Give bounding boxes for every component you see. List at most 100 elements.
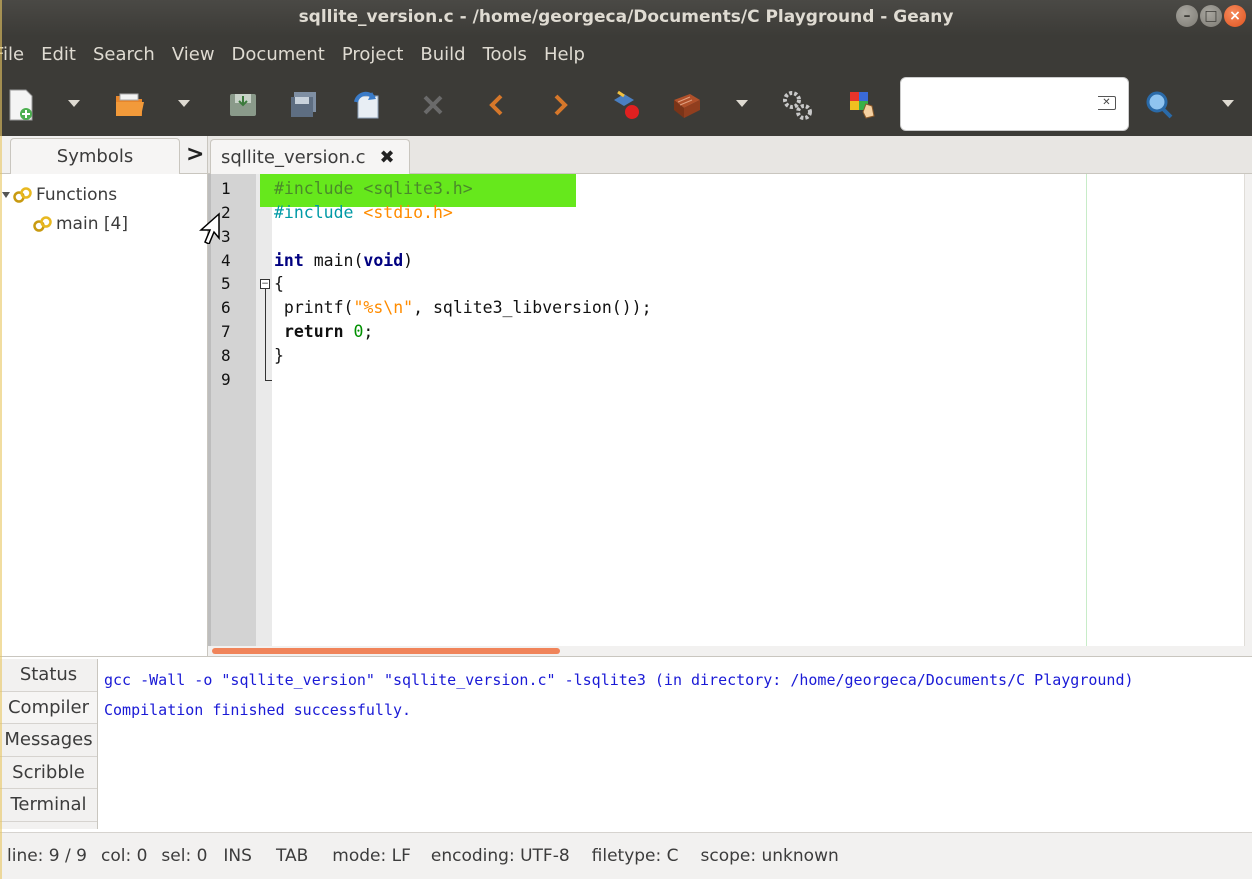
back-icon[interactable] (480, 88, 514, 122)
editor-tabbar: sqllite_version.c ✖ (208, 136, 1252, 174)
menu-tools[interactable]: Tools (474, 36, 535, 74)
close-icon: × (1229, 8, 1241, 24)
code-line-4: int main(void) (274, 249, 413, 273)
line-number: 4 (221, 251, 231, 270)
close-tab-icon[interactable]: ✖ (379, 147, 394, 168)
new-file-icon[interactable] (4, 88, 38, 122)
line-number-gutter: 1 2 3 4 5 6 7 8 9 (208, 174, 256, 646)
status-bar: line: 9 / 9 col: 0 sel: 0 INS TAB mode: … (0, 832, 1252, 879)
line-number: 7 (221, 322, 231, 341)
status-tab: TAB (275, 846, 309, 866)
compiler-line[interactable]: gcc -Wall -o "sqllite_version" "sqllite_… (104, 665, 1134, 695)
code-line-5: { (274, 272, 284, 296)
window-title: sqllite_version.c - /home/georgeca/Docum… (298, 7, 954, 27)
menu-build[interactable]: Build (411, 36, 473, 74)
tab-scribble[interactable]: Scribble (0, 757, 97, 789)
window-border (0, 0, 2, 879)
sidebar-tabbar: Symbols > (0, 136, 207, 174)
expander-icon[interactable] (2, 191, 10, 198)
code-token: ; (363, 322, 374, 341)
status-scope: scope: unknown (700, 846, 839, 866)
code-line-2: #include <stdio.h> (274, 201, 453, 225)
menu-project[interactable]: Project (333, 36, 412, 74)
line-number: 1 (221, 179, 231, 198)
compiler-line[interactable]: Compilation finished successfully. (104, 695, 1134, 725)
close-file-icon[interactable] (416, 88, 450, 122)
status-encoding: encoding: UTF-8 (430, 846, 570, 866)
execute-icon[interactable] (780, 88, 814, 122)
message-window: Status Compiler Messages Scribble Termin… (0, 656, 1252, 832)
revert-icon[interactable] (350, 88, 384, 122)
code-line-7: return 0; (274, 320, 373, 344)
open-file-icon[interactable] (112, 88, 146, 122)
tree-item-main[interactable]: main [4] (0, 209, 207, 238)
code-token: { (274, 274, 284, 293)
save-icon[interactable] (226, 88, 260, 122)
minimize-button[interactable]: – (1176, 5, 1198, 27)
fold-toggle-icon[interactable]: − (260, 279, 270, 289)
menu-search[interactable]: Search (84, 36, 163, 74)
maximize-button[interactable]: □ (1200, 5, 1222, 27)
code-line-6: printf("%s\n", sqlite3_libversion()); (274, 296, 652, 320)
chevron-right-icon[interactable]: > (186, 142, 204, 167)
build-dropdown-icon[interactable] (736, 100, 750, 110)
vertical-scrollbar[interactable] (1244, 174, 1252, 646)
code-token: printf( (274, 298, 354, 317)
build-icon[interactable] (670, 88, 704, 122)
forward-icon[interactable] (543, 88, 577, 122)
compiler-output[interactable]: gcc -Wall -o "sqllite_version" "sqllite_… (104, 665, 1134, 725)
menu-view[interactable]: View (163, 36, 223, 74)
tree-item-label: Functions (36, 184, 118, 205)
window-controls: – □ × (1176, 5, 1246, 27)
tab-terminal[interactable]: Terminal (0, 789, 97, 822)
menu-bar: File Edit Search View Document Project B… (0, 36, 1252, 74)
code-token: <stdio.h> (363, 203, 453, 222)
search-dropdown-icon[interactable] (1222, 100, 1236, 110)
new-file-dropdown-icon[interactable] (68, 100, 82, 110)
open-file-dropdown-icon[interactable] (178, 100, 192, 110)
line-number: 5 (221, 274, 231, 293)
tree-item-functions[interactable]: Functions (0, 180, 207, 209)
search-icon[interactable] (1142, 88, 1176, 122)
tab-label: sqllite_version.c (221, 146, 366, 168)
tab-messages[interactable]: Messages (0, 724, 97, 757)
code-line-8: } (274, 344, 284, 368)
color-chooser-icon[interactable] (846, 88, 880, 122)
code-token: #include (274, 203, 364, 222)
tab-compiler[interactable]: Compiler (0, 691, 97, 724)
status-filetype: filetype: C (591, 846, 679, 866)
status-line: line: 9 / 9 (7, 846, 87, 866)
long-line-marker (1086, 174, 1087, 646)
status-col: col: 0 (100, 846, 148, 866)
compile-icon[interactable] (608, 88, 642, 122)
fold-line (265, 289, 266, 381)
code-editor[interactable]: 1 2 3 4 5 6 7 8 9 − #include <sqlite3.h>… (208, 174, 1252, 646)
tab-symbols[interactable]: Symbols (10, 138, 180, 174)
maximize-icon: □ (1204, 8, 1218, 24)
symbol-tree: Functions main [4] (0, 174, 207, 238)
code-token: "%s\n" (353, 298, 414, 317)
menu-help[interactable]: Help (535, 36, 593, 74)
code-line-1: #include <sqlite3.h> (274, 177, 473, 201)
code-token: } (274, 346, 284, 365)
status-mode: mode: LF (332, 846, 411, 866)
title-bar: sqllite_version.c - /home/georgeca/Docum… (0, 0, 1252, 36)
clear-search-icon[interactable]: ✕ (1098, 96, 1116, 110)
close-window-button[interactable]: × (1224, 5, 1246, 27)
tab-status[interactable]: Status (0, 659, 97, 692)
code-token: int (274, 251, 304, 270)
search-input[interactable] (909, 90, 1089, 118)
scrollbar-thumb[interactable] (212, 648, 560, 654)
search-field[interactable]: ✕ (900, 77, 1129, 131)
menu-file[interactable]: File (0, 36, 32, 74)
line-number: 2 (221, 203, 231, 222)
minimize-icon: – (1183, 8, 1191, 24)
line-number: 6 (221, 298, 231, 317)
tab-sqllite-version[interactable]: sqllite_version.c ✖ (210, 139, 410, 174)
menu-document[interactable]: Document (223, 36, 333, 74)
menu-edit[interactable]: Edit (32, 36, 84, 74)
save-all-icon[interactable] (288, 88, 322, 122)
horizontal-scrollbar[interactable] (208, 646, 1252, 656)
